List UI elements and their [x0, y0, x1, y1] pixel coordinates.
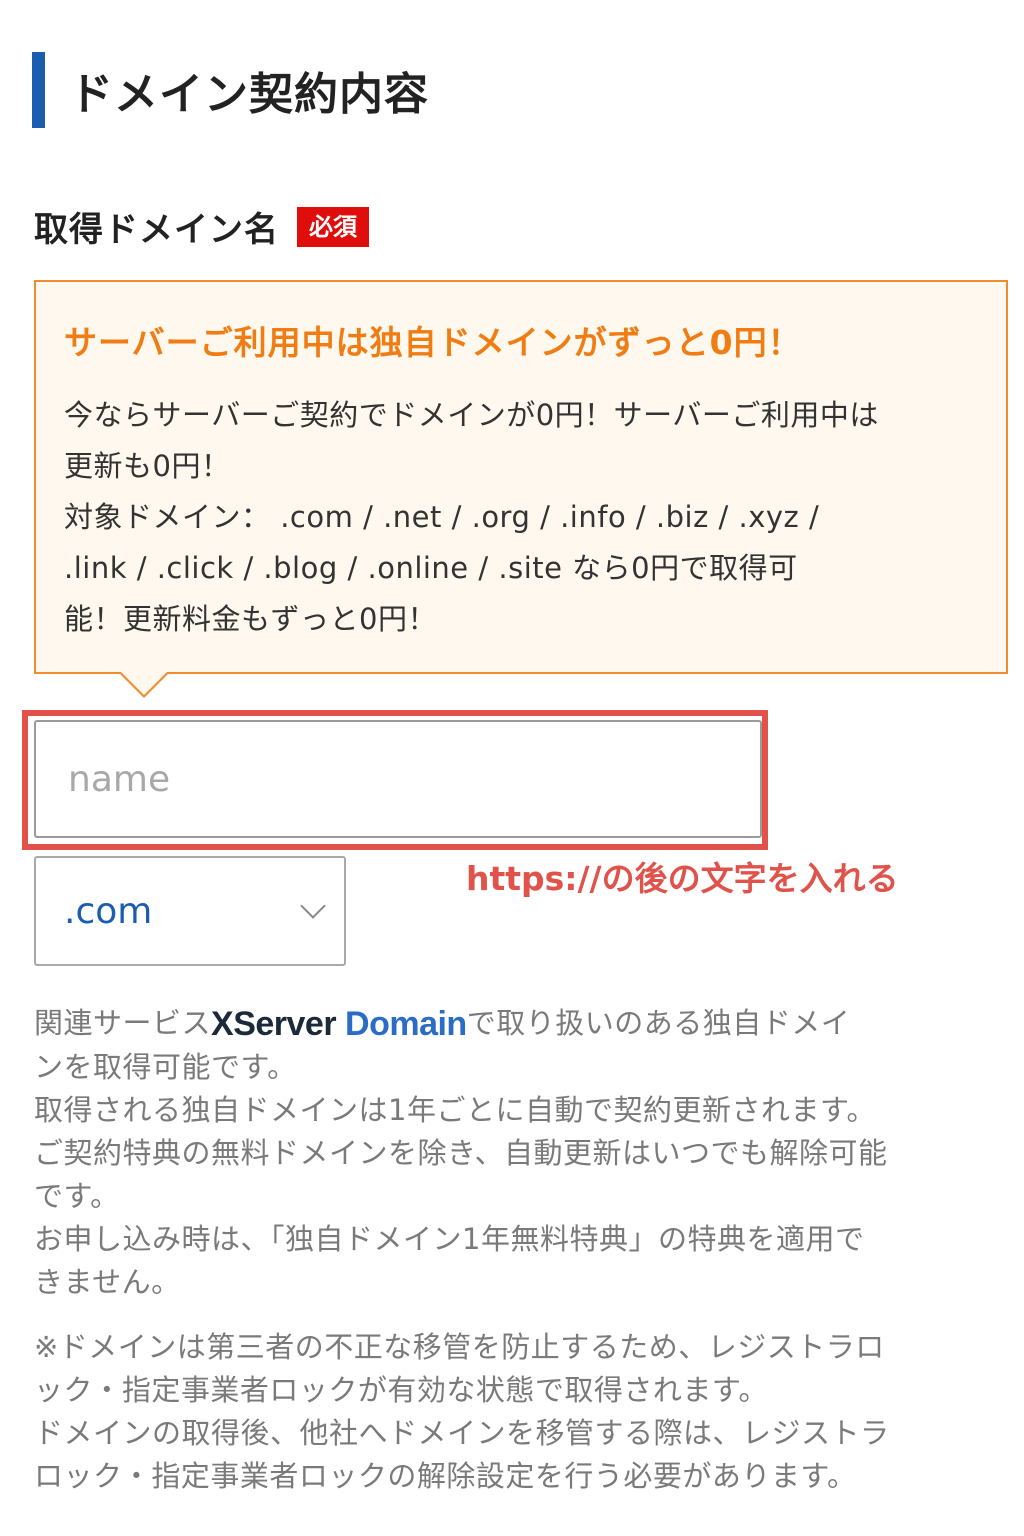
callout-pointer-fill — [120, 671, 168, 695]
domain-name-input[interactable] — [34, 720, 762, 838]
field-label-row: 取得ドメイン名 必須 — [34, 202, 369, 251]
promo-body: 今ならサーバーご契約でドメインが0円！サーバーご利用中は 更新も0円！ 対象ドメ… — [64, 390, 978, 645]
notice-line: ドメインの取得後、他社へドメインを移管する際は、レジストラ — [34, 1416, 890, 1450]
promo-line: 能！更新料金もずっと0円！ — [64, 602, 437, 636]
description-line: です。 — [34, 1179, 120, 1213]
promo-line: 今ならサーバーご契約でドメインが0円！サーバーご利用中は — [64, 398, 879, 432]
promo-callout: サーバーご利用中は独自ドメインがずっと0円！ 今ならサーバーご契約でドメインが0… — [34, 280, 1008, 698]
tld-selected-value: .com — [64, 890, 153, 932]
domain-name-label: 取得ドメイン名 — [34, 210, 279, 250]
description-suffix: で取り扱いのある独自ドメイ — [466, 1006, 851, 1040]
logo-domain-text: Domain — [345, 1005, 467, 1043]
required-badge: 必須 — [297, 206, 369, 247]
tld-select[interactable]: .com — [34, 856, 346, 966]
description-line: きません。 — [34, 1265, 181, 1299]
description-line: お申し込み時は、「独自ドメイン1年無料特典」の特典を適用で — [34, 1222, 865, 1256]
notice-line: ※ドメインは第三者の不正な移管を防止するため、レジストラロ — [34, 1330, 885, 1364]
promo-title: サーバーご利用中は独自ドメインがずっと0円！ — [64, 323, 802, 362]
section-title: ドメイン契約内容 — [69, 69, 429, 120]
description-line: ンを取得可能です。 — [34, 1050, 297, 1084]
xserver-domain-logo[interactable]: XServer Domain — [211, 1003, 467, 1046]
promo-line: .link / .click / .blog / .online / .site… — [64, 551, 798, 585]
description-line: 取得される独自ドメインは1年ごとに自動で契約更新されます。 — [34, 1093, 877, 1127]
promo-line: 更新も0円！ — [64, 449, 231, 483]
notice-block: ※ドメインは第三者の不正な移管を防止するため、レジストラロ ック・指定事業者ロッ… — [34, 1326, 1004, 1498]
notice-line: ック・指定事業者ロックが有効な状態で取得されます。 — [34, 1373, 769, 1407]
chevron-down-icon — [300, 893, 326, 919]
description-prefix: 関連サービス — [34, 1006, 212, 1040]
description-line: ご契約特典の無料ドメインを除き、自動更新はいつでも解除可能 — [34, 1136, 888, 1170]
description-line: 関連サービスXServer Domainで取り扱いのある独自ドメイ — [34, 1002, 1004, 1046]
description-block: 関連サービスXServer Domainで取り扱いのある独自ドメイ ンを取得可能… — [34, 1002, 1004, 1304]
notice-line: ロック・指定事業者ロックの解除設定を行う必要があります。 — [34, 1459, 857, 1493]
promo-line: 対象ドメイン： .com / .net / .org / .info / .bi… — [64, 500, 820, 534]
logo-xserver-text: XServer — [211, 1005, 337, 1043]
section-accent-bar — [32, 52, 45, 128]
annotation-note: https://の後の文字を入れる — [466, 859, 899, 898]
section-header: ドメイン契約内容 — [32, 52, 429, 128]
